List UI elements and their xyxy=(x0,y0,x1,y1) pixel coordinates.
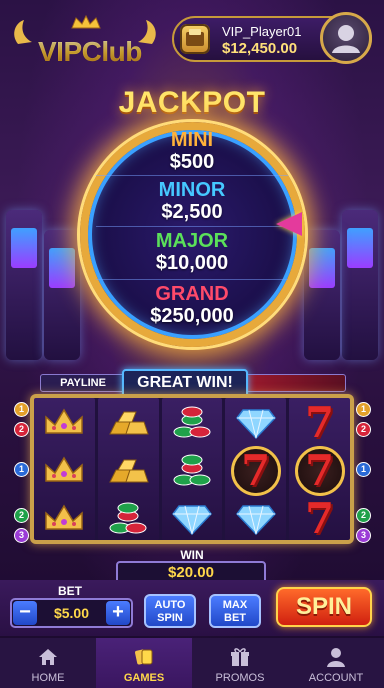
vipclub-logo: VIPClub xyxy=(10,14,160,67)
top-header: VIPClub VIP_Player01 $12,450.00 xyxy=(0,0,384,78)
reel-1 xyxy=(34,398,95,540)
reel-3 xyxy=(161,398,223,542)
wheel-pointer-icon xyxy=(276,212,302,236)
user-icon xyxy=(332,25,360,53)
reel-2 xyxy=(97,398,159,542)
player-info[interactable]: VIP_Player01 $12,450.00 xyxy=(172,12,372,64)
player-name: VIP_Player01 xyxy=(222,24,302,39)
nav-item-promos[interactable]: PROMOS xyxy=(192,638,288,688)
jackpot-tier-major: MAJOR $10,000 xyxy=(155,230,229,274)
payline-label: PAYLINE xyxy=(40,374,126,392)
cards-icon xyxy=(135,649,153,665)
symbol-chips xyxy=(162,400,223,446)
divider xyxy=(96,279,288,280)
payline-number: 1 xyxy=(14,462,29,477)
payline-number: 3 xyxy=(356,528,371,543)
divider xyxy=(96,226,288,227)
symbol-diamond xyxy=(225,496,286,542)
symbol-crown xyxy=(34,496,95,542)
symbol-crown xyxy=(34,448,95,494)
win-label: WIN xyxy=(180,548,204,562)
symbol-diamond xyxy=(162,496,223,542)
gift-icon xyxy=(231,648,249,666)
symbol-diamond xyxy=(225,400,286,446)
slot-reels: 7 7 7 7 xyxy=(30,394,354,544)
home-icon xyxy=(39,649,57,665)
symbol-crown xyxy=(34,400,95,446)
reel-4: 7 xyxy=(225,398,287,542)
payline-number: 2 xyxy=(356,508,371,523)
avatar[interactable] xyxy=(320,12,372,64)
payline-number: 3 xyxy=(14,528,29,543)
symbol-gold-bars xyxy=(98,448,159,494)
payline-indicator xyxy=(238,374,346,392)
spin-button[interactable]: SPIN xyxy=(276,587,372,627)
bottom-nav: HOME GAMES PROMOS ACCOUNT xyxy=(0,638,384,688)
payline-number: 2 xyxy=(356,422,371,437)
player-balance: $12,450.00 xyxy=(222,40,298,57)
payline-number: 1 xyxy=(14,402,29,417)
symbol-seven: 7 xyxy=(225,446,286,496)
bet-increase-button[interactable]: + xyxy=(106,601,130,625)
bet-stepper: − $5.00 + xyxy=(10,598,133,628)
symbol-chips xyxy=(162,448,223,494)
bet-decrease-button[interactable]: − xyxy=(13,601,37,625)
symbol-seven: 7 xyxy=(304,494,335,543)
jackpot-tier-mini: MINI $500 xyxy=(169,129,215,173)
nav-item-games[interactable]: GAMES xyxy=(96,638,192,688)
payline-number: 2 xyxy=(14,508,29,523)
reel-5: 7 7 7 xyxy=(289,398,350,540)
payline-number: 1 xyxy=(356,402,371,417)
bet-value: $5.00 xyxy=(53,605,90,621)
jackpot-title: JACKPOT xyxy=(118,86,266,119)
jackpot-tier-grand: GRAND $250,000 xyxy=(150,283,234,327)
symbol-chips xyxy=(98,496,159,542)
max-bet-button[interactable]: MAX BET xyxy=(209,594,261,628)
bet-label: BET xyxy=(58,584,82,598)
symbol-seven: 7 xyxy=(289,446,350,496)
divider xyxy=(96,175,288,176)
user-icon xyxy=(327,648,345,667)
jackpot-tier-minor: MINOR $2,500 xyxy=(158,179,226,223)
nav-item-account[interactable]: ACCOUNT xyxy=(288,638,384,688)
crown-icon xyxy=(71,14,101,29)
payline-number: 1 xyxy=(356,462,371,477)
symbol-gold-bars xyxy=(98,400,159,446)
nav-item-home[interactable]: HOME xyxy=(0,638,96,688)
symbol-seven: 7 xyxy=(304,398,335,447)
auto-spin-button[interactable]: AUTO SPIN xyxy=(144,594,196,628)
payline-number: 2 xyxy=(14,422,29,437)
wallet-icon xyxy=(180,24,210,54)
